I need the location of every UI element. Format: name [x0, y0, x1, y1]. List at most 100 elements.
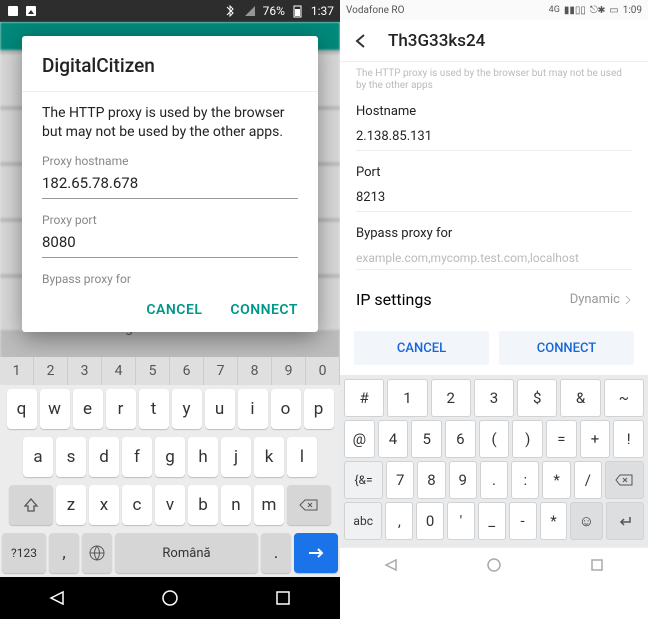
num-key-0[interactable]: 0 — [306, 357, 340, 385]
key--[interactable]: - — [509, 502, 537, 540]
carrier-label: Vodafone RO — [346, 5, 404, 16]
num-key-1[interactable]: 1 — [0, 357, 34, 385]
key-*[interactable]: * — [542, 461, 570, 499]
emoji-key[interactable]: ☺ — [570, 502, 602, 540]
key-k[interactable]: k — [254, 437, 284, 477]
key-([interactable]: ( — [479, 420, 510, 458]
key-o[interactable]: o — [271, 389, 301, 429]
hostname-label: Proxy hostname — [42, 154, 298, 168]
cancel-button[interactable]: CANCEL — [146, 302, 202, 318]
key-l[interactable]: l — [287, 437, 317, 477]
key-x[interactable]: x — [89, 485, 119, 525]
hostname-input[interactable]: 2.138.85.131 — [356, 129, 632, 144]
key-,[interactable]: , — [385, 502, 413, 540]
key-#[interactable]: # — [344, 379, 384, 417]
ip-settings-row[interactable]: IP settings Dynamic — [356, 284, 632, 315]
hostname-input[interactable] — [42, 170, 298, 199]
port-input[interactable]: 8213 — [356, 190, 632, 205]
key-a[interactable]: a — [23, 437, 53, 477]
back-nav-icon[interactable] — [48, 589, 66, 607]
key-@[interactable]: @ — [344, 420, 375, 458]
key-h[interactable]: h — [188, 437, 218, 477]
key-q[interactable]: q — [7, 389, 37, 429]
shift-key[interactable] — [9, 485, 53, 525]
keyboard-number-row[interactable]: 1234567890 — [0, 357, 340, 385]
key-6[interactable]: 6 — [445, 420, 476, 458]
abc-key[interactable]: abc — [344, 502, 382, 540]
key-+[interactable]: + — [580, 420, 611, 458]
key-5[interactable]: 5 — [411, 420, 442, 458]
key-$[interactable]: $ — [517, 379, 557, 417]
globe-key[interactable] — [82, 533, 112, 573]
connect-button[interactable]: CONNECT — [499, 331, 634, 365]
cancel-button[interactable]: CANCEL — [354, 331, 489, 365]
num-key-3[interactable]: 3 — [68, 357, 102, 385]
key-n[interactable]: n — [221, 485, 251, 525]
num-key-6[interactable]: 6 — [170, 357, 204, 385]
num-key-4[interactable]: 4 — [102, 357, 136, 385]
key-&[interactable]: & — [560, 379, 600, 417]
key-g[interactable]: g — [155, 437, 185, 477]
key-7[interactable]: 7 — [386, 461, 414, 499]
enter-key[interactable] — [294, 533, 338, 573]
key-p[interactable]: p — [304, 389, 334, 429]
key-u[interactable]: u — [205, 389, 235, 429]
back-icon[interactable] — [352, 32, 370, 50]
space-key[interactable]: Română — [115, 533, 258, 573]
key-r[interactable]: r — [106, 389, 136, 429]
key-m[interactable]: m — [254, 485, 284, 525]
key-2[interactable]: 2 — [431, 379, 471, 417]
port-input[interactable] — [42, 229, 298, 258]
key-i[interactable]: i — [238, 389, 268, 429]
key-z[interactable]: z — [56, 485, 86, 525]
connect-button[interactable]: CONNECT — [230, 302, 298, 318]
num-key-2[interactable]: 2 — [34, 357, 68, 385]
key-*[interactable]: * — [540, 502, 568, 540]
comma-key[interactable]: , — [49, 533, 79, 573]
key-y[interactable]: y — [172, 389, 202, 429]
key-9[interactable]: 9 — [449, 461, 477, 499]
key-![interactable]: ! — [613, 420, 644, 458]
backspace-key[interactable] — [287, 485, 331, 525]
key-'[interactable]: ' — [447, 502, 475, 540]
key-e[interactable]: e — [73, 389, 103, 429]
key-c[interactable]: c — [122, 485, 152, 525]
num-key-5[interactable]: 5 — [136, 357, 170, 385]
key-.[interactable]: . — [480, 461, 508, 499]
backspace-key[interactable] — [605, 461, 644, 499]
key-v[interactable]: v — [155, 485, 185, 525]
key-1[interactable]: 1 — [387, 379, 427, 417]
key-d[interactable]: d — [89, 437, 119, 477]
key-f[interactable]: f — [122, 437, 152, 477]
key-/[interactable]: / — [574, 461, 602, 499]
key-t[interactable]: t — [139, 389, 169, 429]
recent-nav-icon[interactable] — [589, 557, 605, 573]
key-4[interactable]: 4 — [378, 420, 409, 458]
key-=[interactable]: = — [546, 420, 577, 458]
home-nav-icon[interactable] — [486, 557, 502, 573]
key-b[interactable]: b — [188, 485, 218, 525]
period-key[interactable]: . — [261, 533, 291, 573]
home-nav-icon[interactable] — [161, 589, 179, 607]
key-0[interactable]: 0 — [416, 502, 444, 540]
key-~[interactable]: ~ — [604, 379, 644, 417]
num-key-7[interactable]: 7 — [204, 357, 238, 385]
bypass-input[interactable]: example.com,mycomp.test.com,localhost — [356, 251, 632, 265]
symbols-key[interactable]: ?123 — [2, 533, 46, 573]
key-w[interactable]: w — [40, 389, 70, 429]
recent-nav-icon[interactable] — [274, 589, 292, 607]
symbols-key[interactable]: {&= — [344, 461, 383, 499]
key-j[interactable]: j — [221, 437, 251, 477]
num-key-9[interactable]: 9 — [272, 357, 306, 385]
keyboard[interactable]: #123$&~ @456()=+! {&= 789.:*/ abc ,0'_-*… — [340, 375, 648, 547]
keyboard[interactable]: 1234567890 qwertyuiop asdfghjkl zxcvbnm … — [0, 357, 340, 577]
num-key-8[interactable]: 8 — [238, 357, 272, 385]
key-:[interactable]: : — [511, 461, 539, 499]
key-_[interactable]: _ — [478, 502, 506, 540]
enter-key[interactable] — [606, 502, 644, 540]
key-3[interactable]: 3 — [474, 379, 514, 417]
key-8[interactable]: 8 — [417, 461, 445, 499]
back-nav-icon[interactable] — [383, 557, 399, 573]
key-s[interactable]: s — [56, 437, 86, 477]
key-)[interactable]: ) — [512, 420, 543, 458]
